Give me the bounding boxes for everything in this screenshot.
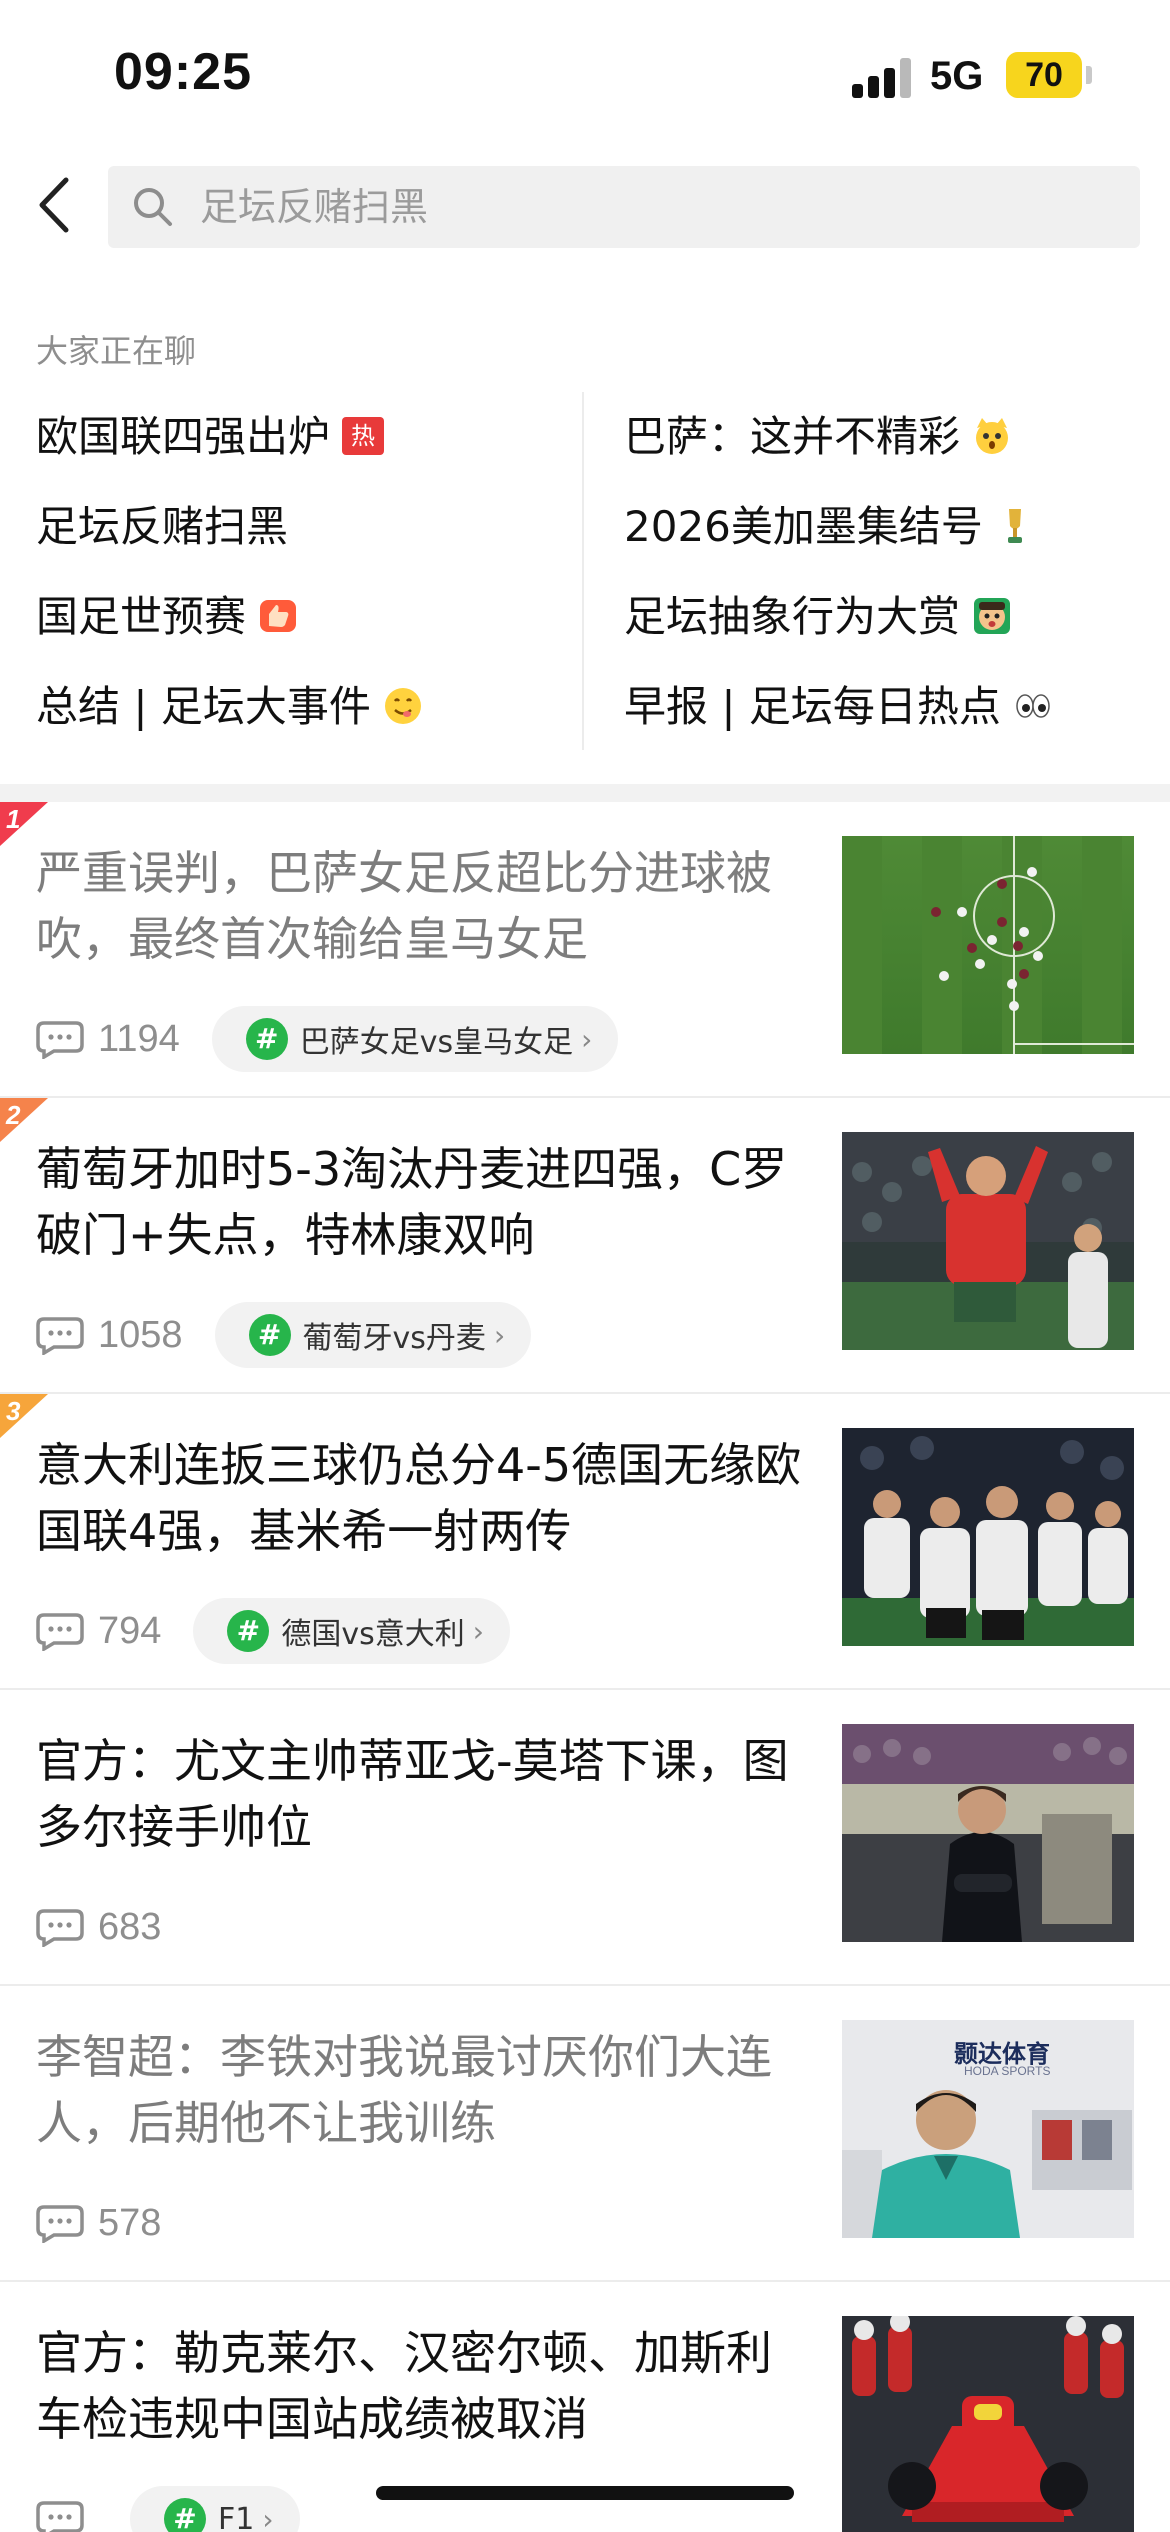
hashtag-icon: # (227, 1610, 270, 1652)
comment-icon (36, 1021, 84, 1059)
trending-item[interactable]: 巴萨：这并不精彩 (624, 402, 1012, 472)
news-title: 意大利连扳三球仍总分4-5德国无缘欧国联4强，基米希一射两传 (36, 1438, 802, 1558)
trending-item-label: 足坛抽象行为大赏 (624, 592, 961, 641)
battery-icon: 70 (1006, 52, 1082, 98)
trending-item[interactable]: 足坛反赌扫黑 (36, 492, 288, 562)
topic-tag-label: 巴萨女足vs皇马女足 (299, 1025, 574, 1060)
f1-car-image (842, 2316, 1134, 2532)
home-indicator (376, 2486, 794, 2500)
hashtag-icon: # (248, 1314, 291, 1356)
topic-tag[interactable]: # 巴萨女足vs皇马女足 › (211, 1006, 619, 1072)
news-title: 官方：勒克莱尔、汉密尔顿、加斯利车检违规中国站成绩被取消 (36, 2326, 772, 2446)
comment-icon (36, 2205, 84, 2243)
trending-item-label: 欧国联四强出炉 (36, 412, 331, 461)
news-meta: 794 # 德国vs意大利 › (36, 1598, 510, 1664)
trending-item[interactable]: 足坛抽象行为大赏 (624, 582, 1012, 652)
eyes-icon (1013, 686, 1053, 726)
thumb-caption-en: HODA SPORTS (964, 2064, 1051, 2078)
hot-badge-icon: 热 (342, 416, 385, 455)
trending-item-label: 早报 | 足坛每日热点 (624, 682, 1001, 731)
news-item[interactable]: 1 严重误判，巴萨女足反超比分进球被吹，最终首次输给皇马女足 1194 # 巴萨女… (0, 802, 1170, 1098)
shocked-cat-icon (972, 416, 1012, 456)
comment-count: 683 (98, 1905, 162, 1948)
news-meta: 1058 # 葡萄牙vs丹麦 › (36, 1302, 532, 1368)
hashtag-icon: # (245, 1018, 288, 1060)
trending-item-label: 国足世预赛 (36, 592, 247, 641)
shocked-face-icon (972, 596, 1012, 636)
chevron-right-icon: › (472, 1614, 484, 1648)
trending-divider (582, 392, 584, 750)
comment-count: 1194 (98, 1017, 180, 1060)
search-icon (130, 184, 176, 230)
status-bar: 09:25 5G 70 (0, 0, 1170, 150)
news-title: 李智超：李铁对我说最讨厌你们大连人，后期他不让我训练 (36, 2030, 772, 2150)
news-meta: 1194 # 巴萨女足vs皇马女足 › (36, 1006, 619, 1072)
back-arrow-icon[interactable] (30, 170, 80, 240)
trending-item[interactable]: 2026美加墨集结号 (624, 492, 1035, 562)
news-item[interactable]: 2 葡萄牙加时5-3淘汰丹麦进四强，C罗破门+失点，特林康双响 1058 # 葡萄… (0, 1098, 1170, 1394)
news-title: 官方：尤文主帅蒂亚戈-莫塔下课，图多尔接手帅位 (36, 1734, 789, 1854)
trending-title: 大家正在聊 (36, 332, 197, 370)
news-item[interactable]: 李智超：李铁对我说最讨厌你们大连人，后期他不让我训练 578 颢达体育 HODA… (0, 1986, 1170, 2282)
comment-icon (36, 2501, 84, 2532)
section-separator (0, 784, 1170, 802)
search-placeholder: 足坛反赌扫黑 (200, 185, 429, 229)
comment-count: 578 (98, 2201, 162, 2244)
comment-icon (36, 1909, 84, 1947)
search-input[interactable]: 足坛反赌扫黑 (108, 166, 1140, 248)
topic-tag[interactable]: # 葡萄牙vs丹麦 › (214, 1302, 532, 1368)
thumbs-up-icon (258, 596, 298, 636)
coach-sideline-image (842, 1724, 1134, 1942)
chevron-right-icon: › (581, 1022, 593, 1056)
network-label: 5G (930, 54, 984, 98)
comment-count: 1058 (98, 1313, 183, 1356)
news-meta: 683 (36, 1894, 193, 1960)
news-item[interactable]: 3 意大利连扳三球仍总分4-5德国无缘欧国联4强，基米希一射两传 794 # 德国… (0, 1394, 1170, 1690)
trending-item[interactable]: 总结 | 足坛大事件 (36, 672, 423, 742)
chevron-right-icon: › (262, 2502, 274, 2532)
comment-icon (36, 1317, 84, 1355)
news-title: 严重误判，巴萨女足反超比分进球被吹，最终首次输给皇马女足 (36, 846, 772, 966)
news-meta: # F1 › (36, 2486, 300, 2532)
topic-tag[interactable]: # 德国vs意大利 › (193, 1598, 510, 1664)
trending-item[interactable]: 国足世预赛 (36, 582, 298, 652)
trending-item[interactable]: 欧国联四强出炉热 (36, 402, 385, 472)
interview-image: 颢达体育 HODA SPORTS (842, 2020, 1134, 2238)
news-meta: 578 (36, 2190, 193, 2256)
signal-icon (852, 56, 914, 98)
topic-tag-label: 葡萄牙vs丹麦 (302, 1321, 486, 1356)
hashtag-icon: # (164, 2498, 206, 2532)
topic-tag-label: 德国vs意大利 (281, 1617, 465, 1652)
news-title: 葡萄牙加时5-3淘汰丹麦进四强，C罗破门+失点，特林康双响 (36, 1142, 788, 1262)
battery-tip (1086, 66, 1092, 84)
trophy-icon (995, 506, 1035, 546)
soccer-pitch-aerial-image (842, 836, 1134, 1054)
chevron-right-icon: › (493, 1318, 506, 1352)
trending-item-label: 巴萨：这并不精彩 (624, 412, 961, 461)
team-celebration-image (842, 1428, 1134, 1646)
trending-item-label: 总结 | 足坛大事件 (36, 682, 371, 731)
news-item[interactable]: 官方：尤文主帅蒂亚戈-莫塔下课，图多尔接手帅位 683 (0, 1690, 1170, 1986)
trending-item-label: 足坛反赌扫黑 (36, 502, 289, 551)
trending-item-label: 2026美加墨集结号 (624, 502, 983, 551)
trending-item[interactable]: 早报 | 足坛每日热点 (624, 672, 1053, 742)
comment-icon (36, 1613, 84, 1651)
comment-count: 794 (98, 1609, 162, 1652)
player-celebration-image (842, 1132, 1134, 1350)
status-time: 09:25 (114, 43, 252, 101)
topic-tag-label: F1 (218, 2501, 255, 2532)
topic-tag[interactable]: # F1 › (130, 2486, 300, 2532)
yum-face-icon (383, 686, 423, 726)
